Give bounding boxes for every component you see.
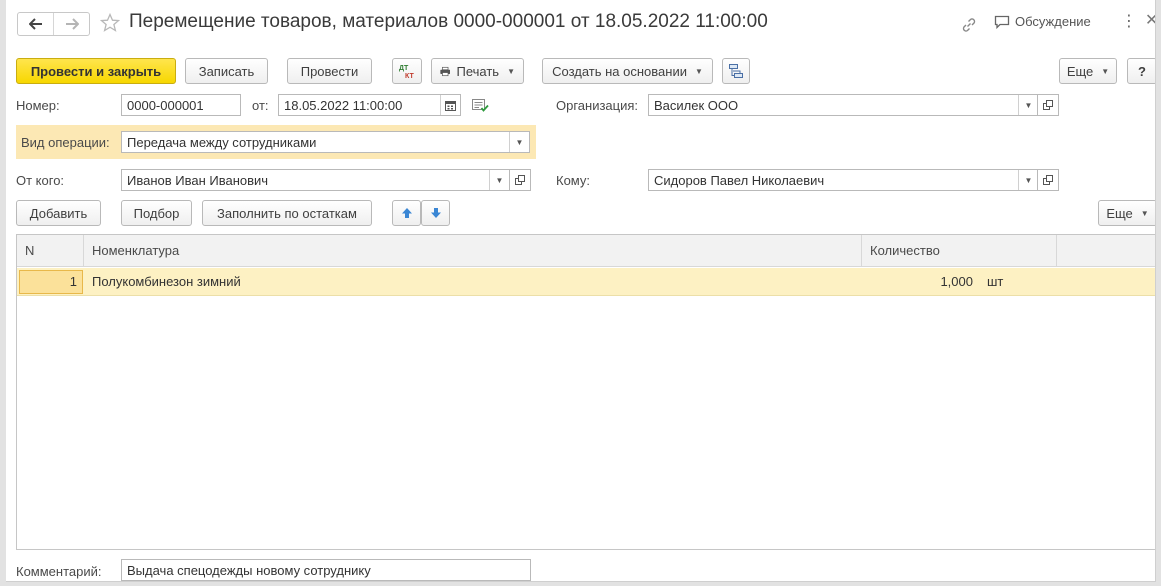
- column-header-nomenclature[interactable]: Номенклатура: [84, 235, 862, 267]
- table-header: N Номенклатура Количество: [17, 235, 1155, 267]
- document-status-icon: [472, 99, 489, 112]
- chevron-down-icon[interactable]: ▼: [1018, 170, 1038, 190]
- to-label: Кому:: [556, 173, 590, 188]
- arrow-up-icon: [401, 208, 412, 218]
- back-button[interactable]: [18, 13, 53, 35]
- organization-label: Организация:: [556, 98, 639, 113]
- date-value: 18.05.2022 11:00:00: [284, 97, 403, 113]
- chevron-down-icon[interactable]: ▼: [509, 132, 529, 152]
- open-form-icon: [515, 175, 525, 185]
- structure-icon: [729, 64, 743, 78]
- discussion-label: Обсуждение: [1015, 14, 1091, 29]
- open-from-employee-button[interactable]: [509, 169, 531, 191]
- quantity-cell[interactable]: 1,000: [862, 268, 977, 296]
- dt-kt-icon: ДТ КТ: [399, 65, 414, 80]
- unit-cell[interactable]: шт: [979, 268, 1057, 296]
- post-button[interactable]: Провести: [287, 58, 372, 84]
- arrow-down-icon: [430, 208, 441, 218]
- print-button[interactable]: Печать ▼: [431, 58, 524, 84]
- number-label: Номер:: [16, 98, 60, 113]
- to-employee-value: Сидоров Павел Николаевич: [654, 172, 825, 188]
- organization-field[interactable]: Василек ООО ▼: [648, 94, 1039, 116]
- chevron-down-icon[interactable]: ▼: [489, 170, 509, 190]
- dt-kt-button[interactable]: ДТ КТ: [392, 58, 422, 84]
- nav-buttons: [17, 12, 90, 36]
- operation-type-field[interactable]: Передача между сотрудниками ▼: [121, 131, 530, 153]
- to-employee-field[interactable]: Сидоров Павел Николаевич ▼: [648, 169, 1039, 191]
- row-number-cell[interactable]: 1: [19, 270, 83, 294]
- calendar-icon: [445, 100, 456, 111]
- from-employee-value: Иванов Иван Иванович: [127, 172, 269, 188]
- comment-label: Комментарий:: [16, 564, 102, 579]
- chevron-down-icon: ▼: [1140, 208, 1149, 218]
- discussion-link[interactable]: Обсуждение: [994, 14, 1091, 29]
- comment-value: Выдача спецодежды новому сотруднику: [127, 562, 371, 578]
- nomenclature-cell[interactable]: Полукомбинезон зимний: [84, 268, 862, 296]
- open-to-employee-button[interactable]: [1037, 169, 1059, 191]
- chevron-down-icon: ▼: [1101, 66, 1110, 76]
- number-value: 0000-000001: [127, 97, 204, 113]
- open-organization-button[interactable]: [1037, 94, 1059, 116]
- move-down-button[interactable]: [421, 200, 450, 226]
- svg-text:ДТ: ДТ: [399, 65, 409, 72]
- more-vertical-icon[interactable]: ⋮: [1121, 13, 1137, 31]
- save-button[interactable]: Записать: [185, 58, 268, 84]
- add-row-button[interactable]: Добавить: [16, 200, 101, 226]
- fill-by-balances-button[interactable]: Заполнить по остаткам: [202, 200, 372, 226]
- create-based-on-button[interactable]: Создать на основании ▼: [542, 58, 713, 84]
- create-based-on-label: Создать на основании: [552, 63, 687, 79]
- document-form: Перемещение товаров, материалов 0000-000…: [6, 0, 1156, 582]
- post-and-close-button[interactable]: Провести и закрыть: [16, 58, 176, 84]
- table-more-button[interactable]: Еще ▼: [1098, 200, 1155, 226]
- close-icon[interactable]: ✕: [1145, 12, 1155, 30]
- page-title: Перемещение товаров, материалов 0000-000…: [129, 11, 768, 32]
- more-label: Еще: [1066, 63, 1094, 79]
- print-label: Печать: [456, 63, 500, 79]
- number-field[interactable]: 0000-000001: [121, 94, 241, 116]
- svg-text:КТ: КТ: [405, 73, 414, 80]
- column-header-quantity[interactable]: Количество: [862, 235, 1057, 267]
- operation-type-label: Вид операции:: [21, 135, 110, 150]
- more-button[interactable]: Еще ▼: [1059, 58, 1117, 84]
- date-label: от:: [252, 98, 269, 113]
- chevron-down-icon[interactable]: ▼: [1018, 95, 1038, 115]
- column-header-n[interactable]: N: [17, 235, 84, 267]
- chevron-down-icon: ▼: [507, 66, 515, 76]
- chat-icon: [994, 15, 1010, 29]
- forward-button[interactable]: [53, 13, 89, 35]
- comment-field[interactable]: Выдача спецодежды новому сотруднику: [121, 559, 531, 581]
- printer-icon: [440, 66, 451, 76]
- link-icon[interactable]: [960, 16, 978, 34]
- structure-button[interactable]: [722, 58, 750, 84]
- from-employee-field[interactable]: Иванов Иван Иванович ▼: [121, 169, 510, 191]
- help-button[interactable]: ?: [1127, 58, 1155, 84]
- arrow-left-icon: [28, 18, 42, 30]
- calendar-icon[interactable]: [440, 95, 460, 115]
- operation-type-value: Передача между сотрудниками: [127, 134, 317, 150]
- open-form-icon: [1043, 175, 1053, 185]
- goods-table[interactable]: N Номенклатура Количество 1 Полукомбинез…: [16, 234, 1155, 550]
- from-label: От кого:: [16, 173, 65, 188]
- date-field[interactable]: 18.05.2022 11:00:00: [278, 94, 461, 116]
- organization-value: Василек ООО: [654, 97, 739, 113]
- table-row[interactable]: 1 Полукомбинезон зимний 1,000 шт: [17, 268, 1155, 296]
- move-up-button[interactable]: [392, 200, 421, 226]
- star-icon[interactable]: [100, 13, 120, 33]
- table-more-label: Еще: [1106, 205, 1133, 221]
- selection-button[interactable]: Подбор: [121, 200, 192, 226]
- open-form-icon: [1043, 100, 1053, 110]
- chevron-down-icon: ▼: [694, 66, 703, 76]
- arrow-right-icon: [65, 18, 79, 30]
